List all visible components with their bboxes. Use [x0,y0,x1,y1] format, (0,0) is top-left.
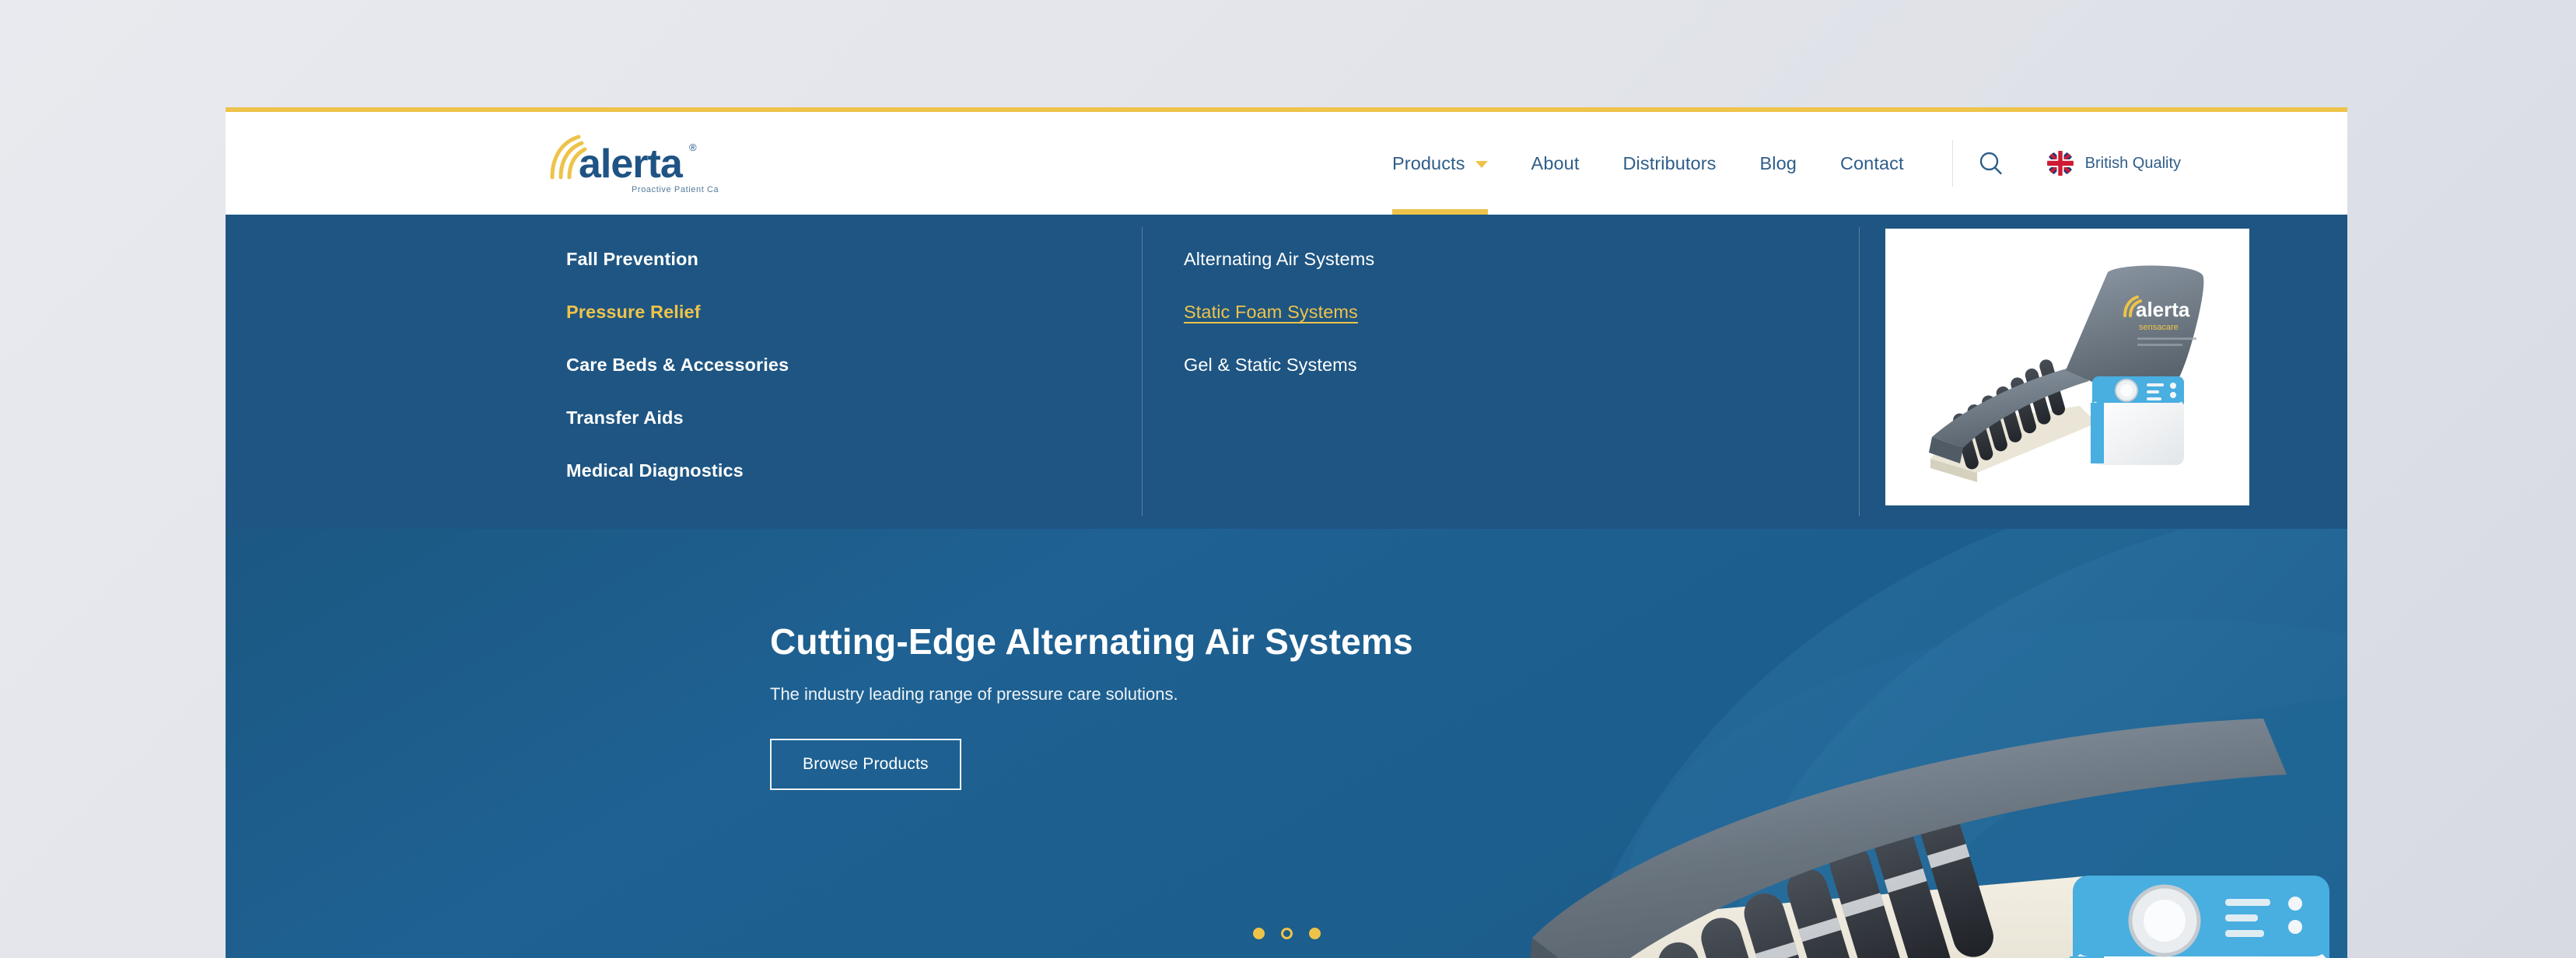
mega-divider-secondary [1859,227,1860,516]
hero-title: Cutting-Edge Alternating Air Systems [770,621,1413,662]
mega-menu-mattress-thumbnail: alerta sensacare [1885,229,2249,505]
mega-menu-product-figure[interactable]: alerta sensacare [1885,229,2249,505]
search-button[interactable] [1973,145,2009,181]
nav-item-distributors-label: Distributors [1622,152,1717,173]
carousel-dot-2[interactable] [1280,928,1293,939]
mega-category-care-beds-accessories[interactable]: Care Beds & Accessories [566,355,1095,376]
svg-text:®: ® [689,142,697,153]
site-header: alerta ® Proactive Patient Care Products… [226,112,2347,215]
svg-text:Proactive Patient Care: Proactive Patient Care [632,185,719,194]
carousel-dot-3[interactable] [1308,928,1321,939]
primary-navigation: Products About Distributors Blog Contact [1392,112,2181,215]
hero-carousel-dots [226,928,2347,939]
top-accent-bar [226,107,2347,112]
nav-item-products-label: Products [1392,152,1465,173]
uk-flag-icon [2046,151,2074,176]
british-quality-label: British Quality [2084,154,2182,172]
hero-product-image: alerta [1501,681,2347,958]
carousel-dot-1[interactable] [1252,928,1265,939]
mega-subcategory-static-foam-systems[interactable]: Static Foam Systems [1184,302,1806,323]
alerta-logo-svg: alerta ® Proactive Patient Care [550,135,727,194]
mega-category-pressure-relief[interactable]: Pressure Relief [566,302,1095,323]
hero-copy: Cutting-Edge Alternating Air Systems The… [770,621,1413,791]
mega-category-transfer-aids[interactable]: Transfer Aids [566,407,1095,428]
nav-item-contact[interactable]: Contact [1818,112,1926,215]
mega-subcategory-gel-static-systems[interactable]: Gel & Static Systems [1184,355,1806,376]
svg-text:alerta: alerta [2136,298,2190,321]
nav-divider [1951,140,1953,187]
nav-item-about[interactable]: About [1510,112,1601,215]
mega-divider-primary [1142,227,1143,516]
nav-item-about-label: About [1531,152,1580,173]
mega-category-medical-diagnostics[interactable]: Medical Diagnostics [566,460,1095,481]
search-icon [1979,152,2002,175]
browse-products-button[interactable]: Browse Products [770,739,961,791]
nav-item-contact-label: Contact [1839,152,1904,173]
mega-subcategory-column: Alternating Air Systems Static Foam Syst… [1184,249,1806,407]
nav-item-blog-label: Blog [1759,152,1797,173]
nav-item-distributors[interactable]: Distributors [1601,112,1738,215]
mega-category-column: Fall Prevention Pressure Relief Care Bed… [566,249,1095,513]
products-mega-dropdown: Fall Prevention Pressure Relief Care Bed… [226,215,2347,529]
svg-text:sensacare: sensacare [2139,323,2179,332]
brand-logo[interactable]: alerta ® Proactive Patient Care [544,132,727,199]
hero-subtitle: The industry leading range of pressure c… [770,684,1178,705]
alternating-air-mattress-illustration: alerta [1530,718,2329,958]
mega-category-fall-prevention[interactable]: Fall Prevention [566,249,1095,270]
british-quality-badge[interactable]: British Quality [2046,150,2181,177]
nav-item-products[interactable]: Products [1392,112,1510,215]
website-page-canvas: alerta ® Proactive Patient Care Products… [226,107,2347,958]
mega-subcategory-alternating-air-systems[interactable]: Alternating Air Systems [1184,249,1806,270]
nav-item-blog[interactable]: Blog [1738,112,1818,215]
chevron-down-icon [1475,161,1488,168]
svg-text:alerta: alerta [579,142,684,187]
